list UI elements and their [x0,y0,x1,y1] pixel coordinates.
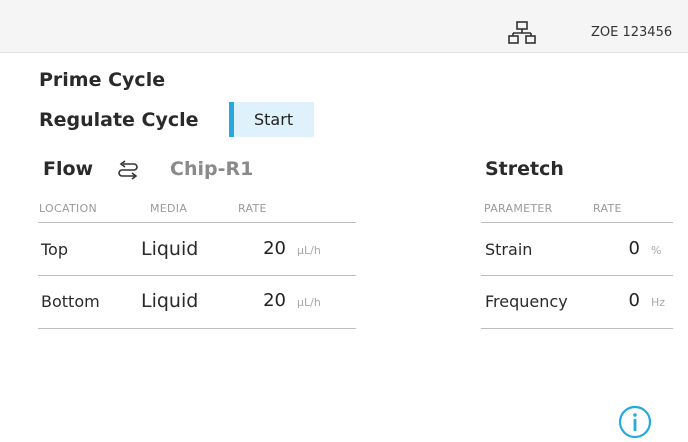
divider [481,328,673,329]
stretch-row-unit: % [651,244,662,257]
device-id: ZOE 123456 [591,25,673,40]
flow-row-rate[interactable]: 20 [236,290,286,311]
col-header-rate: RATE [593,202,622,215]
chip-label[interactable]: Chip-R1 [170,158,253,180]
swap-icon[interactable] [116,159,140,183]
prime-cycle-label: Prime Cycle [39,69,166,91]
flow-row-rate[interactable]: 20 [236,238,286,259]
network-icon[interactable] [508,21,536,45]
flow-row-location: Bottom [41,292,100,311]
divider [38,328,356,329]
info-icon[interactable] [618,405,652,439]
stretch-row-unit: Hz [651,296,666,309]
flow-row-unit: µL/h [297,244,321,257]
stretch-row-rate[interactable]: 0 [600,238,640,259]
flow-row-media[interactable]: Liquid [141,238,198,260]
divider [38,222,356,223]
stretch-title: Stretch [485,158,564,180]
col-header-location: LOCATION [39,202,97,215]
divider [481,275,673,276]
stretch-row-parameter: Frequency [485,292,568,311]
col-header-rate: RATE [238,202,267,215]
start-button[interactable]: Start [229,102,314,137]
flow-row-unit: µL/h [297,296,321,309]
divider [481,222,673,223]
divider [38,275,356,276]
col-header-parameter: PARAMETER [484,202,553,215]
col-header-media: MEDIA [150,202,188,215]
flow-row-location: Top [41,240,68,259]
top-bar: ZOE 123456 [0,0,688,53]
stretch-row-rate[interactable]: 0 [600,290,640,311]
flow-row-media[interactable]: Liquid [141,290,198,312]
flow-title: Flow [43,158,94,180]
stretch-row-parameter: Strain [485,240,533,259]
regulate-cycle-label: Regulate Cycle [39,109,199,131]
